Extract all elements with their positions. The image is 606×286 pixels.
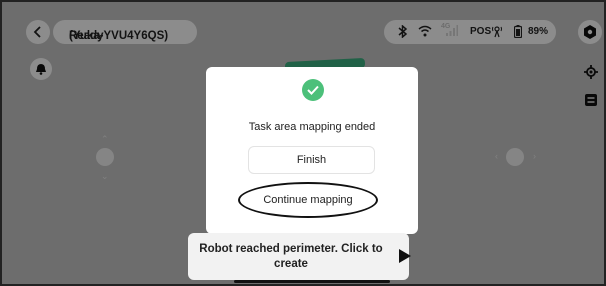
device-frame: [0, 0, 606, 286]
